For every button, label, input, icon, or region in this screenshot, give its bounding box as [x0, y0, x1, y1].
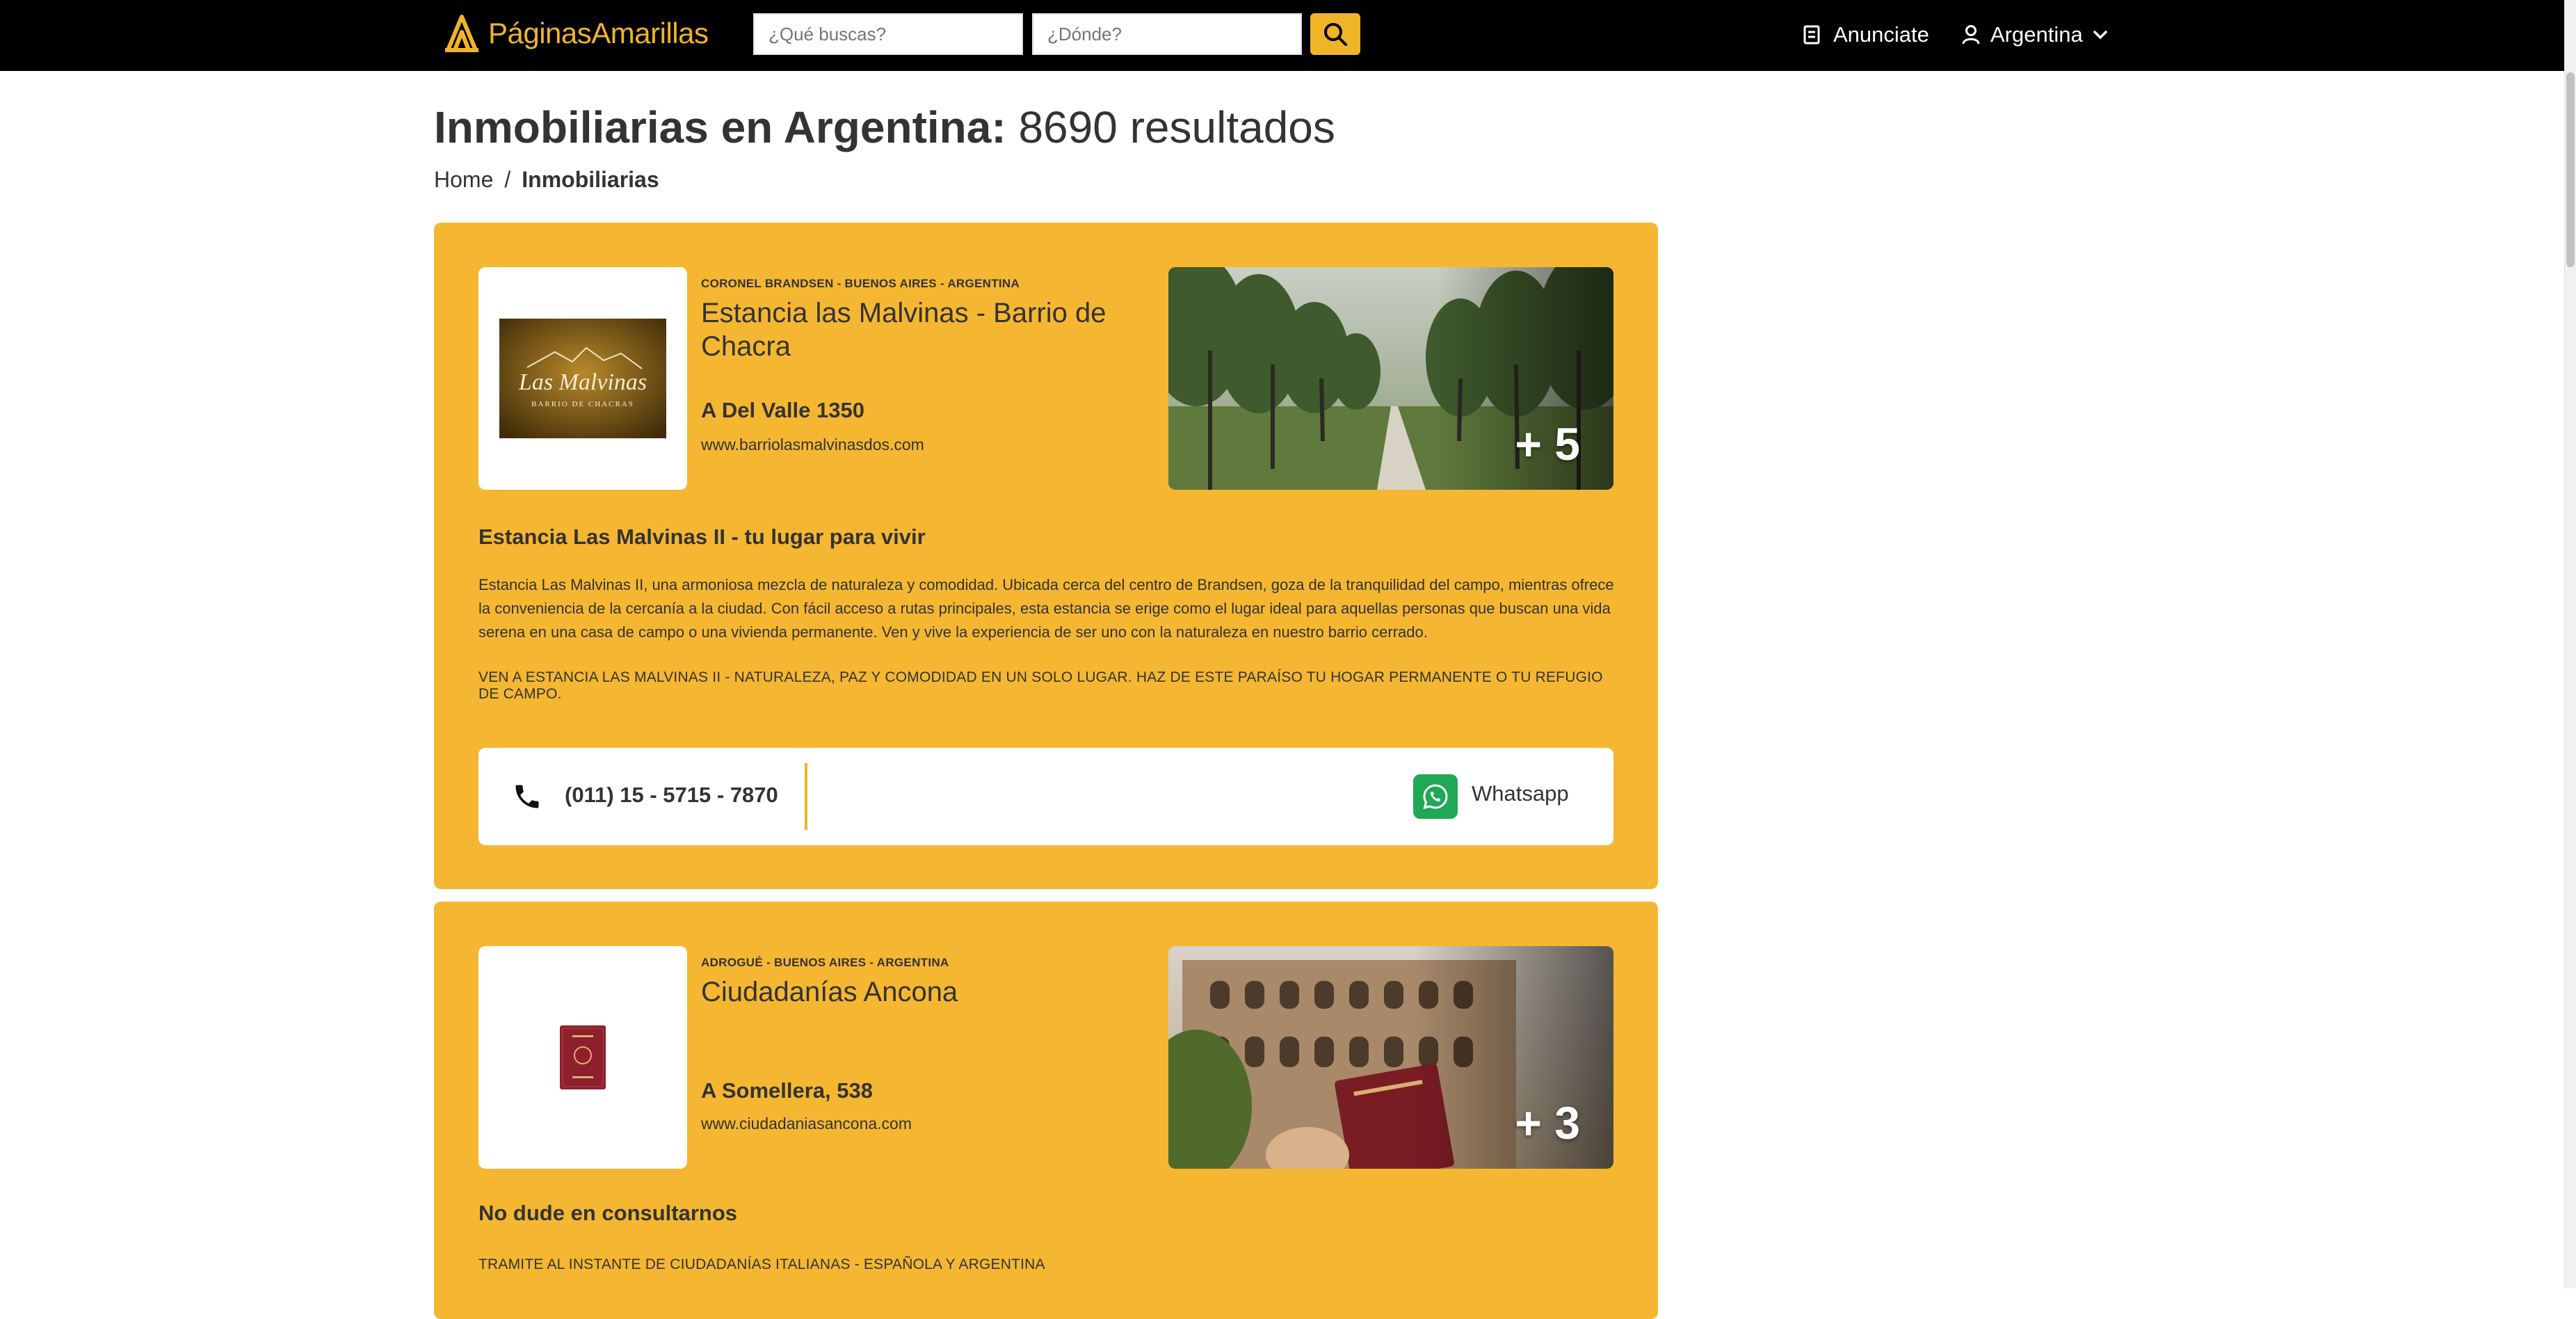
search-icon [1324, 23, 1347, 46]
whatsapp-link[interactable]: Whatsapp [1472, 781, 1569, 806]
passport-logo-image [560, 1025, 606, 1089]
listing-website-link[interactable]: www.ciudadaniasancona.com [701, 1114, 912, 1133]
listing-address: A Somellera, 538 [701, 1078, 873, 1103]
photo-count-badge: + 3 [1515, 1097, 1580, 1149]
advertise-label: Anunciate [1833, 22, 1929, 47]
breadcrumb-current: Inmobiliarias [522, 167, 659, 192]
breadcrumb: Home / Inmobiliarias [434, 167, 659, 193]
megaphone-icon [1803, 25, 1820, 45]
listing-card: Las Malvinas BARRIO DE CHACRAS CORONEL B… [434, 223, 1658, 889]
svg-text:BARRIO DE CHACRAS: BARRIO DE CHACRAS [531, 400, 634, 408]
country-label: Argentina [1990, 22, 2083, 47]
chevron-down-icon [2093, 31, 2107, 40]
page-title: Inmobiliarias en Argentina: 8690 resulta… [434, 102, 1335, 153]
whatsapp-glyph-icon [1423, 784, 1448, 810]
site-logo[interactable]: PáginasAmarillas [444, 13, 709, 54]
listing-logo[interactable] [478, 946, 687, 1169]
listing-promo-text: VEN A ESTANCIA LAS MALVINAS II - NATURAL… [478, 669, 1603, 702]
top-navigation-bar: PáginasAmarillas Anunciate Argentina [0, 0, 2576, 71]
las-malvinas-logo-image: Las Malvinas BARRIO DE CHACRAS [499, 319, 666, 438]
whatsapp-icon[interactable] [1413, 774, 1458, 819]
phone-number-link[interactable]: (011) 15 - 5715 - 7870 [565, 783, 778, 808]
page-scrollbar[interactable] [2564, 0, 2576, 1288]
breadcrumb-home[interactable]: Home [434, 167, 493, 193]
listing-promo-text: TRAMITE AL INSTANTE DE CIUDADANÍAS ITALI… [478, 1256, 1045, 1272]
logo-mark-icon [445, 15, 478, 52]
listing-name[interactable]: Estancia las Malvinas - Barrio de Chacra [701, 296, 1118, 363]
listing-card: ADROGUÉ - BUENOS AIRES - ARGENTINA Ciuda… [434, 902, 1658, 1319]
search-what-input[interactable] [753, 13, 1023, 55]
page-title-category: Inmobiliarias en Argentina: [434, 102, 1006, 152]
contact-divider [805, 763, 807, 830]
search-button[interactable] [1310, 13, 1360, 55]
listing-tagline: No dude en consultarnos [478, 1201, 738, 1225]
logo-text: PáginasAmarillas [488, 17, 709, 49]
listing-address: A Del Valle 1350 [701, 398, 864, 422]
listing-photo-gallery[interactable]: + 5 [1168, 267, 1613, 490]
search-where-input[interactable] [1032, 13, 1302, 55]
photo-count-badge: + 5 [1515, 418, 1580, 470]
svg-text:Las Malvinas: Las Malvinas [518, 369, 647, 395]
breadcrumb-separator: / [504, 167, 511, 192]
listing-photo-gallery[interactable]: + 3 [1168, 946, 1613, 1169]
listing-tagline: Estancia Las Malvinas II - tu lugar para… [478, 525, 926, 549]
listing-website-link[interactable]: www.barriolasmalvinasdos.com [701, 435, 924, 454]
listing-description: Estancia Las Malvinas II, una armoniosa … [478, 576, 1614, 641]
listing-location: CORONEL BRANDSEN - BUENOS AIRES - ARGENT… [701, 277, 1020, 290]
advertise-link[interactable]: Anunciate [1803, 19, 1929, 50]
listing-name[interactable]: Ciudadanías Ancona [701, 975, 1118, 1009]
country-selector[interactable]: Argentina [1961, 19, 2108, 50]
contact-bar: (011) 15 - 5715 - 7870 Whatsapp [478, 748, 1613, 845]
listing-logo[interactable]: Las Malvinas BARRIO DE CHACRAS [478, 267, 687, 490]
user-icon [1962, 25, 1980, 45]
page-title-count: 8690 resultados [1018, 102, 1335, 152]
listing-location: ADROGUÉ - BUENOS AIRES - ARGENTINA [701, 956, 949, 969]
phone-icon [515, 785, 539, 808]
scrollbar-thumb[interactable] [2566, 72, 2575, 267]
